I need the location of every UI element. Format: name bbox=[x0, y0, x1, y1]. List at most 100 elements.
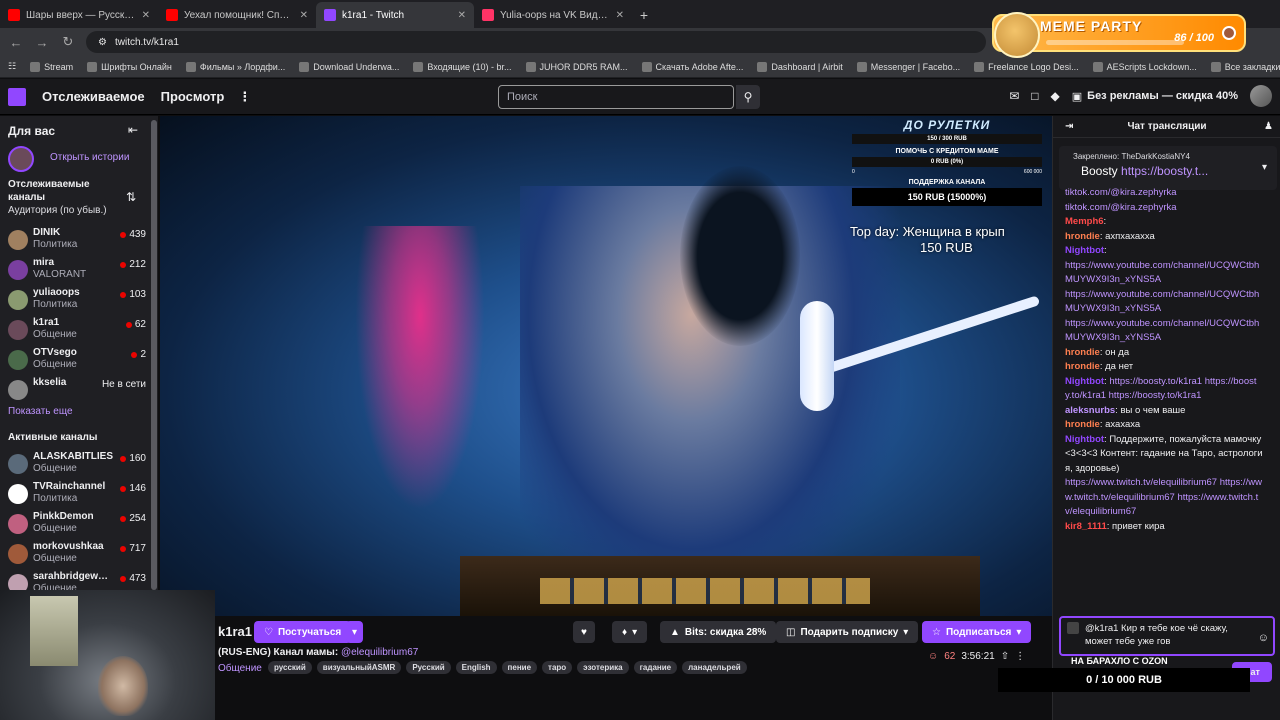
chat-username[interactable]: hrondie bbox=[1065, 231, 1100, 242]
nav-following[interactable]: Отслеживаемое bbox=[42, 89, 145, 104]
stream-category[interactable]: Общение bbox=[218, 663, 262, 674]
chat-text[interactable]: https://www.youtube.com/channel/UCQWCtbh… bbox=[1065, 260, 1259, 286]
close-tab-icon[interactable]: ✕ bbox=[142, 10, 150, 21]
close-tab-icon[interactable]: ✕ bbox=[300, 10, 308, 21]
chat-text[interactable]: https://www.youtube.com/channel/UCQWCtbh… bbox=[1065, 289, 1259, 315]
stream-tag[interactable]: визуальныйASMR bbox=[316, 661, 402, 674]
chevron-down-icon[interactable]: ▾ bbox=[1262, 162, 1267, 173]
favorite-button[interactable]: ♥ bbox=[573, 621, 595, 643]
chat-username[interactable]: hrondie bbox=[1065, 361, 1100, 372]
chat-username[interactable]: Nightbot bbox=[1065, 245, 1104, 256]
search-icon[interactable]: ⚲ bbox=[736, 85, 760, 109]
bookmark-item[interactable]: Все закладки bbox=[1210, 61, 1280, 72]
show-more-link[interactable]: Показать еще bbox=[8, 406, 73, 417]
stream-tag[interactable]: ланадельрей bbox=[682, 661, 747, 674]
stream-title-mention[interactable]: @elequilibrium67 bbox=[341, 647, 418, 658]
close-tab-icon[interactable]: ✕ bbox=[616, 10, 624, 21]
sidebar-channel[interactable]: TVRainchannel Политика 146 bbox=[6, 481, 146, 509]
back-icon[interactable]: ← bbox=[8, 35, 24, 50]
subscribe-button[interactable]: ☆ Подписаться ▾ bbox=[922, 621, 1032, 643]
more-menu-icon[interactable]: ⋮ bbox=[238, 89, 251, 105]
stream-tag[interactable]: Русский bbox=[406, 661, 451, 674]
new-tab-icon[interactable]: + bbox=[632, 2, 656, 28]
forward-icon[interactable]: → bbox=[34, 35, 50, 50]
bookmark-item[interactable]: Download Underwa... bbox=[299, 61, 399, 72]
browser-tab[interactable]: Шары вверх — Русский трейл ✕ bbox=[0, 2, 158, 28]
bookmark-item[interactable]: Входящие (10) - br... bbox=[413, 61, 512, 72]
more-options-icon[interactable]: ⋮ bbox=[1015, 651, 1025, 662]
share-icon[interactable]: ⇧ bbox=[1001, 651, 1009, 662]
chat-username[interactable]: Nightbot bbox=[1065, 434, 1104, 445]
badge-icon[interactable] bbox=[1067, 622, 1079, 634]
sidebar-scrollbar[interactable] bbox=[151, 120, 157, 590]
stream-tag[interactable]: эзотерика bbox=[577, 661, 629, 674]
collapse-sidebar-icon[interactable]: ⇤ bbox=[128, 123, 138, 137]
chat-text[interactable]: https://www.youtube.com/channel/UCQWCtbh… bbox=[1065, 318, 1259, 344]
bookmark-item[interactable]: Dashboard | Airbit bbox=[757, 61, 843, 72]
search-input[interactable]: Поиск bbox=[498, 85, 734, 109]
collapse-chat-icon[interactable]: ⇥ bbox=[1065, 116, 1073, 138]
chat-username[interactable]: aleksnurbs bbox=[1065, 405, 1115, 416]
whispers-icon[interactable]: □ bbox=[1031, 89, 1038, 103]
sidebar-channel[interactable]: ALASKABITLIES Общение 160 bbox=[6, 451, 146, 479]
user-avatar[interactable] bbox=[1250, 85, 1272, 107]
site-info-icon[interactable]: ⚙ bbox=[98, 37, 107, 48]
sidebar-channel[interactable]: kkselia Не в сети bbox=[6, 377, 146, 405]
browser-tab[interactable]: Уехал помощник! Справляем ✕ bbox=[158, 2, 316, 28]
follow-dropdown[interactable]: ▾ bbox=[346, 621, 364, 643]
bookmark-item[interactable]: Шрифты Онлайн bbox=[87, 61, 172, 72]
bookmark-item[interactable]: Stream bbox=[30, 61, 73, 72]
chat-text[interactable]: tiktok.com/@kira.zephyrka bbox=[1065, 202, 1177, 213]
pinned-message[interactable]: Закреплено: TheDarkKostiaNY4 Boosty http… bbox=[1059, 146, 1277, 190]
inbox-icon[interactable]: ✉ bbox=[1009, 89, 1019, 103]
stream-tag[interactable]: пение bbox=[501, 661, 538, 674]
sidebar-channel[interactable]: morkovushkaa Общение 717 bbox=[6, 541, 146, 569]
browser-tab[interactable]: Yulia-oops на VK Видео Live ✕ bbox=[474, 2, 632, 28]
chat-username[interactable]: Memph6 bbox=[1065, 216, 1104, 227]
reload-icon[interactable]: ↻ bbox=[60, 34, 76, 50]
chat-text[interactable]: tiktok.com/@kira.zephyrka bbox=[1065, 187, 1177, 198]
chat-input[interactable]: @k1ra1 Кир я тебе кое чё скажу, может те… bbox=[1059, 616, 1275, 656]
sidebar-channel[interactable]: PinkkDemon Общение 254 bbox=[6, 511, 146, 539]
chat-username[interactable]: kir8_1111 bbox=[1065, 521, 1107, 532]
bookmark-item[interactable]: Скачать Adobe Afte... bbox=[641, 61, 743, 72]
stream-tag[interactable]: English bbox=[455, 661, 497, 674]
bookmark-item[interactable]: Freelance Logo Desi... bbox=[974, 61, 1079, 72]
sidebar-channel[interactable]: k1ra1 Общение 62 bbox=[6, 317, 146, 345]
notifications-icon[interactable]: ◆ bbox=[1051, 89, 1060, 103]
stories-avatar[interactable] bbox=[8, 146, 34, 172]
stream-tag[interactable]: русский bbox=[268, 661, 312, 674]
bookmark-item[interactable]: Messenger | Facebo... bbox=[856, 61, 960, 72]
channel-name[interactable]: k1ra1 bbox=[218, 624, 252, 639]
bookmark-item[interactable]: AEScripts Lockdown... bbox=[1092, 61, 1197, 72]
nav-browse[interactable]: Просмотр bbox=[161, 89, 225, 104]
chat-username[interactable]: hrondie bbox=[1065, 419, 1100, 430]
sidebar-channel[interactable]: yuliaoops Политика 103 bbox=[6, 287, 146, 315]
ad-free-promo-button[interactable]: ▣ Без рекламы — скидка 40% bbox=[1072, 90, 1238, 103]
sidebar-channel[interactable]: OTVsego Общение 2 bbox=[6, 347, 146, 375]
open-stories-link[interactable]: Открыть истории bbox=[50, 152, 129, 163]
bookmark-item[interactable]: JUHOR DDR5 RAM... bbox=[525, 61, 628, 72]
users-icon[interactable]: ♟ bbox=[1264, 116, 1273, 138]
stream-tag[interactable]: гадание bbox=[633, 661, 678, 674]
bits-button[interactable]: ▲ Bits: скидка 28% bbox=[660, 621, 777, 643]
chat-text[interactable]: https://www.twitch.tv/elequilibrium67 ht… bbox=[1065, 477, 1262, 517]
close-tab-icon[interactable]: ✕ bbox=[458, 10, 466, 21]
chat-username[interactable]: Nightbot bbox=[1065, 376, 1104, 387]
chat-username[interactable]: hrondie bbox=[1065, 347, 1100, 358]
sidebar-channel[interactable]: DINIK Политика 439 bbox=[6, 227, 146, 255]
emote-icon[interactable]: ☺ bbox=[1258, 632, 1269, 645]
bell-icon: ♦ bbox=[622, 626, 628, 638]
stream-tag[interactable]: таро bbox=[542, 661, 573, 674]
video-player[interactable]: ДО РУЛЕТКИ 150 / 300 RUB ПОМОЧЬ С КРЕДИТ… bbox=[160, 116, 1052, 616]
bookmark-item[interactable]: Фильмы » Лордфи... bbox=[185, 61, 285, 72]
notifications-button[interactable]: ♦ ▾ bbox=[612, 621, 648, 643]
twitch-logo-icon[interactable] bbox=[8, 87, 26, 106]
sort-icon[interactable]: ⇅ bbox=[126, 190, 136, 204]
gift-sub-button[interactable]: ◫ Подарить подписку ▾ bbox=[776, 621, 919, 643]
apps-icon[interactable]: ☷ bbox=[8, 61, 16, 72]
sidebar-channel[interactable]: mira VALORANT 212 bbox=[6, 257, 146, 285]
browser-tab[interactable]: k1ra1 - Twitch ✕ bbox=[316, 2, 474, 28]
follow-button[interactable]: ♡ Постучаться bbox=[254, 621, 352, 643]
url-field[interactable]: ⚙ twitch.tv/k1ra1 bbox=[86, 31, 986, 53]
